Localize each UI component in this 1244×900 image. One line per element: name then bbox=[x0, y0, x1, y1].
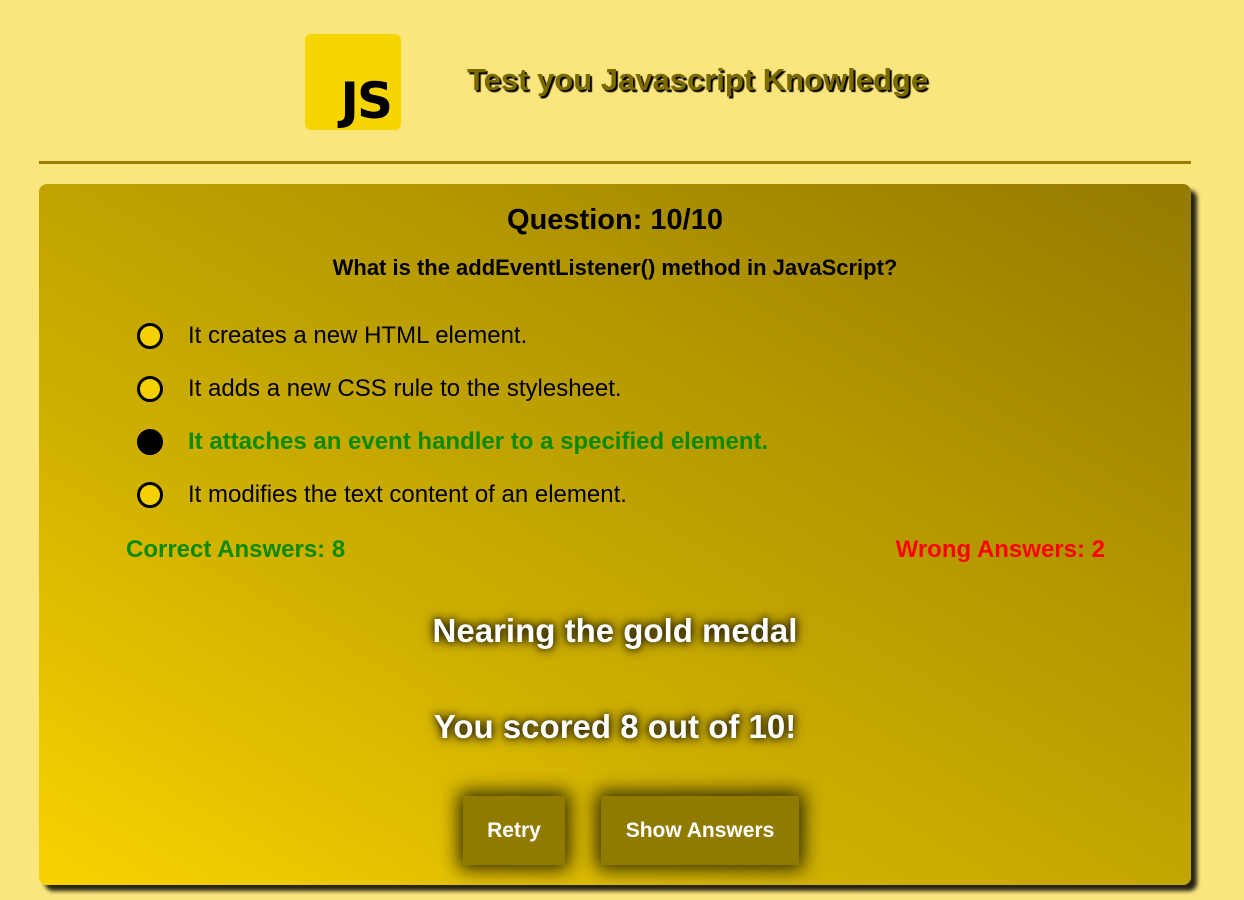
radio-button[interactable] bbox=[137, 375, 163, 402]
result-message: Nearing the gold medal bbox=[432, 612, 798, 649]
radio-button-selected[interactable] bbox=[137, 428, 163, 455]
answer-option-label: It modifies the text content of an eleme… bbox=[188, 480, 627, 508]
answer-option-4[interactable]: It modifies the text content of an eleme… bbox=[137, 468, 1037, 521]
answer-options: It creates a new HTML element. It adds a… bbox=[137, 309, 1037, 521]
js-logo-text: JS bbox=[340, 72, 393, 130]
page-header: JS Test you Javascript Knowledge bbox=[0, 0, 1244, 160]
wrong-answers-count: Wrong Answers: 2 bbox=[895, 536, 1105, 563]
score-message: You scored 8 out of 10! bbox=[433, 708, 797, 745]
quiz-card: Question: 10/10 What is the addEventList… bbox=[39, 184, 1191, 885]
answer-option-1[interactable]: It creates a new HTML element. bbox=[137, 309, 1037, 362]
page-title: Test you Javascript Knowledge bbox=[467, 62, 929, 97]
radio-button[interactable] bbox=[137, 481, 163, 508]
js-logo: JS bbox=[305, 34, 401, 130]
answer-option-label: It adds a new CSS rule to the stylesheet… bbox=[188, 374, 622, 402]
retry-button[interactable]: Retry bbox=[463, 796, 565, 865]
question-text: What is the addEventListener() method in… bbox=[332, 255, 898, 280]
answer-option-3[interactable]: It attaches an event handler to a specif… bbox=[137, 415, 1037, 468]
answer-option-label: It creates a new HTML element. bbox=[188, 321, 528, 349]
answer-option-label-correct: It attaches an event handler to a specif… bbox=[188, 427, 769, 455]
header-divider bbox=[39, 161, 1191, 164]
show-answers-button[interactable]: Show Answers bbox=[601, 796, 799, 865]
question-counter: Question: 10/10 bbox=[507, 204, 723, 236]
answer-option-2[interactable]: It adds a new CSS rule to the stylesheet… bbox=[137, 362, 1037, 415]
correct-answers-count: Correct Answers: 8 bbox=[126, 536, 346, 563]
radio-button[interactable] bbox=[137, 322, 163, 349]
